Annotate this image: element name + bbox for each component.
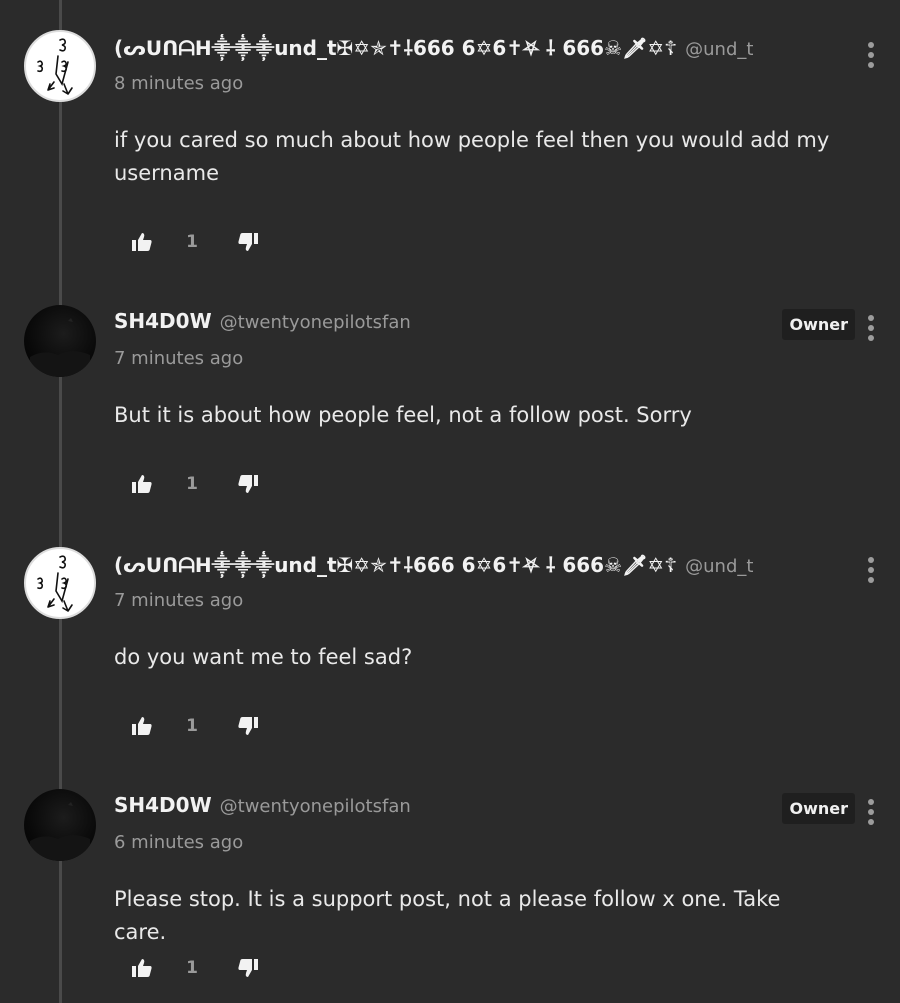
user-handle[interactable]: @twentyonepilotsfan: [220, 796, 411, 817]
like-button[interactable]: [130, 714, 154, 738]
like-count: 1: [186, 716, 198, 736]
thumbs-down-icon: [238, 233, 258, 251]
thumbs-up-icon: [132, 717, 152, 735]
comment-text: do you want me to feel sad?: [114, 645, 413, 669]
comment-header: SH4D0W @twentyonepilotsfan: [114, 793, 760, 817]
dark-avatar-icon: [30, 318, 90, 377]
dislike-button[interactable]: [236, 230, 260, 254]
comment-header: SH4D0W @twentyonepilotsfan: [114, 309, 760, 333]
owner-badge: Owner: [782, 793, 855, 824]
like-button[interactable]: [130, 472, 154, 496]
display-name[interactable]: (ᔕᑌᑎᗩᕼ⸎⸎⸎und_t✠✡✯✝⸸666 6✡6✝⛧ ⸸ 666☠🗡✡☦: [114, 34, 677, 61]
comment: (ᔕᑌᑎᗩᕼ⸎⸎⸎und_t✠✡✯✝⸸666 6✡6✝⛧ ⸸ 666☠🗡✡☦ @…: [0, 0, 900, 275]
sigil-avatar-icon: [37, 38, 73, 95]
comment-text: Please stop. It is a support post, not a…: [114, 887, 781, 944]
user-handle[interactable]: @twentyonepilotsfan: [220, 312, 411, 333]
like-count: 1: [186, 958, 198, 978]
thumbs-down-icon: [238, 475, 258, 493]
comment-text: if you cared so much about how people fe…: [114, 128, 830, 185]
like-count: 1: [186, 474, 198, 494]
dislike-button[interactable]: [236, 472, 260, 496]
thumbs-up-icon: [132, 475, 152, 493]
like-button[interactable]: [130, 230, 154, 254]
timestamp: 7 minutes ago: [114, 590, 244, 611]
display-name[interactable]: SH4D0W: [114, 309, 212, 333]
user-handle[interactable]: @und_t: [685, 556, 753, 577]
comment: SH4D0W @twentyonepilotsfan Owner 6 minut…: [0, 759, 900, 1003]
avatar[interactable]: [24, 789, 96, 861]
vote-actions: 1: [130, 956, 260, 980]
timestamp: 8 minutes ago: [114, 73, 244, 94]
more-options-button[interactable]: [864, 315, 878, 341]
like-button[interactable]: [130, 956, 154, 980]
display-name[interactable]: SH4D0W: [114, 793, 212, 817]
thumbs-down-icon: [238, 717, 258, 735]
dislike-button[interactable]: [236, 714, 260, 738]
vote-actions: 1: [130, 714, 260, 738]
more-options-button[interactable]: [864, 557, 878, 583]
comment-header: (ᔕᑌᑎᗩᕼ⸎⸎⸎und_t✠✡✯✝⸸666 6✡6✝⛧ ⸸ 666☠🗡✡☦ @…: [114, 551, 760, 578]
timestamp: 7 minutes ago: [114, 348, 244, 369]
owner-badge: Owner: [782, 309, 855, 340]
dark-avatar-icon: [30, 802, 90, 861]
display-name[interactable]: (ᔕᑌᑎᗩᕼ⸎⸎⸎und_t✠✡✯✝⸸666 6✡6✝⛧ ⸸ 666☠🗡✡☦: [114, 551, 677, 578]
user-handle[interactable]: @und_t: [685, 39, 753, 60]
more-options-button[interactable]: [864, 799, 878, 825]
comment-text: But it is about how people feel, not a f…: [114, 403, 692, 427]
comment: SH4D0W @twentyonepilotsfan Owner 7 minut…: [0, 275, 900, 517]
avatar[interactable]: [24, 547, 96, 619]
avatar[interactable]: [24, 30, 96, 102]
comment: (ᔕᑌᑎᗩᕼ⸎⸎⸎und_t✠✡✯✝⸸666 6✡6✝⛧ ⸸ 666☠🗡✡☦ @…: [0, 517, 900, 759]
thumbs-up-icon: [132, 233, 152, 251]
vote-actions: 1: [130, 472, 260, 496]
dislike-button[interactable]: [236, 956, 260, 980]
sigil-avatar-icon: [37, 555, 73, 612]
thumbs-up-icon: [132, 959, 152, 977]
more-options-button[interactable]: [864, 42, 878, 68]
thumbs-down-icon: [238, 959, 258, 977]
timestamp: 6 minutes ago: [114, 832, 244, 853]
vote-actions: 1: [130, 230, 260, 254]
comment-header: (ᔕᑌᑎᗩᕼ⸎⸎⸎und_t✠✡✯✝⸸666 6✡6✝⛧ ⸸ 666☠🗡✡☦ @…: [114, 34, 760, 61]
avatar[interactable]: [24, 305, 96, 377]
like-count: 1: [186, 232, 198, 252]
